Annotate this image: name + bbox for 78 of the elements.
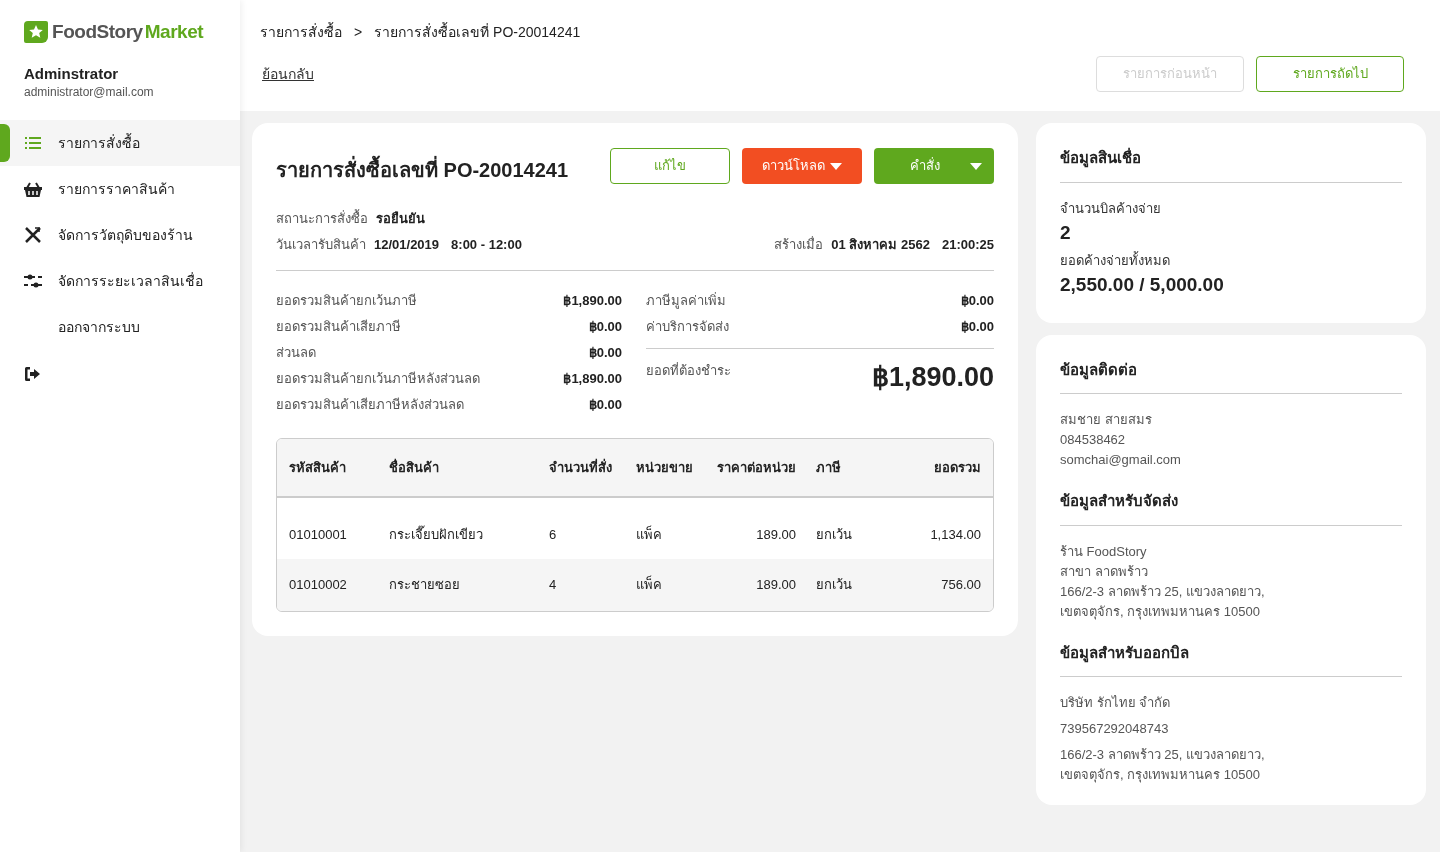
utensils-icon [24, 227, 42, 243]
order-title: รายการสั่งซื้อเลขที่ PO-20014241 [276, 155, 569, 185]
summary-value: ฿0.00 [588, 344, 622, 362]
info-text: 739567292048743 [1060, 720, 1170, 738]
table-cell: 01010001 [277, 497, 377, 559]
summary-value: ฿1,890.00 [563, 370, 622, 388]
created-label: สร้างเมื่อ [774, 235, 824, 254]
table-cell: 756.00 [874, 559, 993, 611]
info-text: บริษัท รักไทย จำกัด [1060, 694, 1172, 712]
breadcrumb-separator: > [354, 22, 363, 42]
credit-value: 2 [1060, 220, 1072, 245]
nav-item[interactable]: รายการสั่งซื้อ [0, 120, 240, 166]
column-header: ชื่อสินค้า [377, 439, 537, 497]
summary-label: ยอดรวมสินค้าเสียภาษีหลังส่วนลด [276, 396, 464, 414]
summary-value: ฿0.00 [960, 292, 994, 310]
credit-label: จำนวนบิลค้างจ่าย [1060, 199, 1162, 218]
delivery-date: 12/01/2019 [374, 235, 440, 254]
summary-value: ฿0.00 [588, 396, 622, 414]
summary-label: ภาษีมูลค่าเพิ่ม [646, 291, 726, 310]
summary-value: ฿0.00 [588, 318, 622, 336]
sliders-icon [24, 274, 42, 288]
logo-icon [24, 21, 48, 43]
column-header: หน่วยขาย [624, 439, 705, 497]
table-cell: 189.00 [705, 497, 804, 559]
logo-text: FoodStoryMarket [52, 19, 204, 44]
nav-item[interactable]: ออกจากระบบ [0, 304, 240, 350]
info-text: ร้าน FoodStory สาขา ลาดพร้าว 166/2-3 ลาดพร้าว 25, แขวงลาดยาว, เขตจตุจักร, กรุงเทพมหานคร 10500 [1060, 542, 1266, 622]
credit-label: ยอดค้างจ่ายทั้งหมด [1060, 250, 1171, 270]
table-cell: 189.00 [705, 559, 804, 611]
nav-item[interactable]: จัดการวัตถุดิบของร้าน [0, 212, 240, 258]
summary-label: ยอดรวมสินค้าเสียภาษี [276, 318, 401, 336]
table-cell: แพ็ค [624, 497, 705, 559]
summary-value: ฿0.00 [960, 318, 994, 336]
column-header: รหัสสินค้า [277, 439, 377, 497]
section-title: ข้อมูลติดต่อ [1060, 359, 1138, 382]
nav-item[interactable]: จัดการระยะเวลาสินเชื่อ [0, 258, 240, 304]
delivery-time: 8:00 - 12:00 [451, 235, 522, 254]
table-cell: แพ็ค [624, 559, 705, 611]
breadcrumb-item[interactable]: รายการสั่งซื้อ [260, 21, 342, 43]
delivery-label: วันเวลารับสินค้า [276, 235, 366, 254]
dropdown-button[interactable]: ดาวน์โหลด [742, 148, 862, 184]
table-cell: 1,134.00 [874, 497, 993, 559]
breadcrumb-item[interactable]: รายการสั่งซื้อเลขที่ PO-20014241 [374, 21, 581, 43]
nav-item[interactable]: รายการราคาสินค้า [0, 166, 240, 212]
user-email: administrator@mail.com [24, 84, 155, 100]
info-text: 166/2-3 ลาดพร้าว 25, แขวงลาดยาว, เขตจตุจักร, กรุงเทพมหานคร 10500 [1060, 746, 1266, 785]
table-cell: 4 [537, 559, 624, 611]
section-title: ข้อมูลสำหรับออกบิล [1060, 642, 1190, 665]
column-header: ราคาต่อหน่วย [705, 439, 804, 497]
table-cell: 6 [537, 497, 624, 559]
status-label: สถานะการสั่งซื้อ [276, 209, 368, 228]
back-link[interactable]: ย้อนกลับ [262, 63, 314, 85]
logout-icon[interactable] [24, 366, 42, 382]
status-value: รอยืนยัน [376, 210, 425, 228]
summary-value: ฿1,890.00 [563, 292, 622, 310]
table-cell: กระเจี๊ยบฝักเขียว [377, 497, 537, 559]
total-label: ยอดที่ต้องชำระ [646, 361, 731, 380]
table-cell: ยกเว้น [804, 559, 874, 611]
table-cell: ยกเว้น [804, 497, 874, 559]
column-header: ภาษี [804, 439, 874, 497]
section-title: ข้อมูลสินเชื่อ [1060, 147, 1142, 170]
total-value: ฿1,890.00 [871, 361, 994, 393]
table-cell: กระชายซอย [377, 559, 537, 611]
created-date: 01 สิงหาคม 2562 [831, 235, 930, 254]
column-header: จำนวนที่สั่ง [537, 439, 624, 497]
summary-label: ยอดรวมสินค้ายกเว้นภาษีหลังส่วนลด [276, 370, 480, 388]
list-icon [25, 137, 41, 149]
user-name: Adminstrator [24, 64, 120, 84]
summary-label: ค่าบริการจัดส่ง [646, 318, 729, 336]
credit-value: 2,550.00 / 5,000.00 [1060, 272, 1225, 297]
table-cell: 01010002 [277, 559, 377, 611]
created-time: 21:00:25 [941, 235, 994, 254]
column-header: ยอดรวม [874, 439, 993, 497]
basket-icon [24, 181, 42, 197]
section-title: ข้อมูลสำหรับจัดส่ง [1060, 491, 1179, 513]
summary-label: ส่วนลด [276, 344, 316, 362]
info-text: สมชาย สายสมร 084538462 somchai@gmail.com [1060, 411, 1182, 469]
summary-label: ยอดรวมสินค้ายกเว้นภาษี [276, 292, 417, 310]
